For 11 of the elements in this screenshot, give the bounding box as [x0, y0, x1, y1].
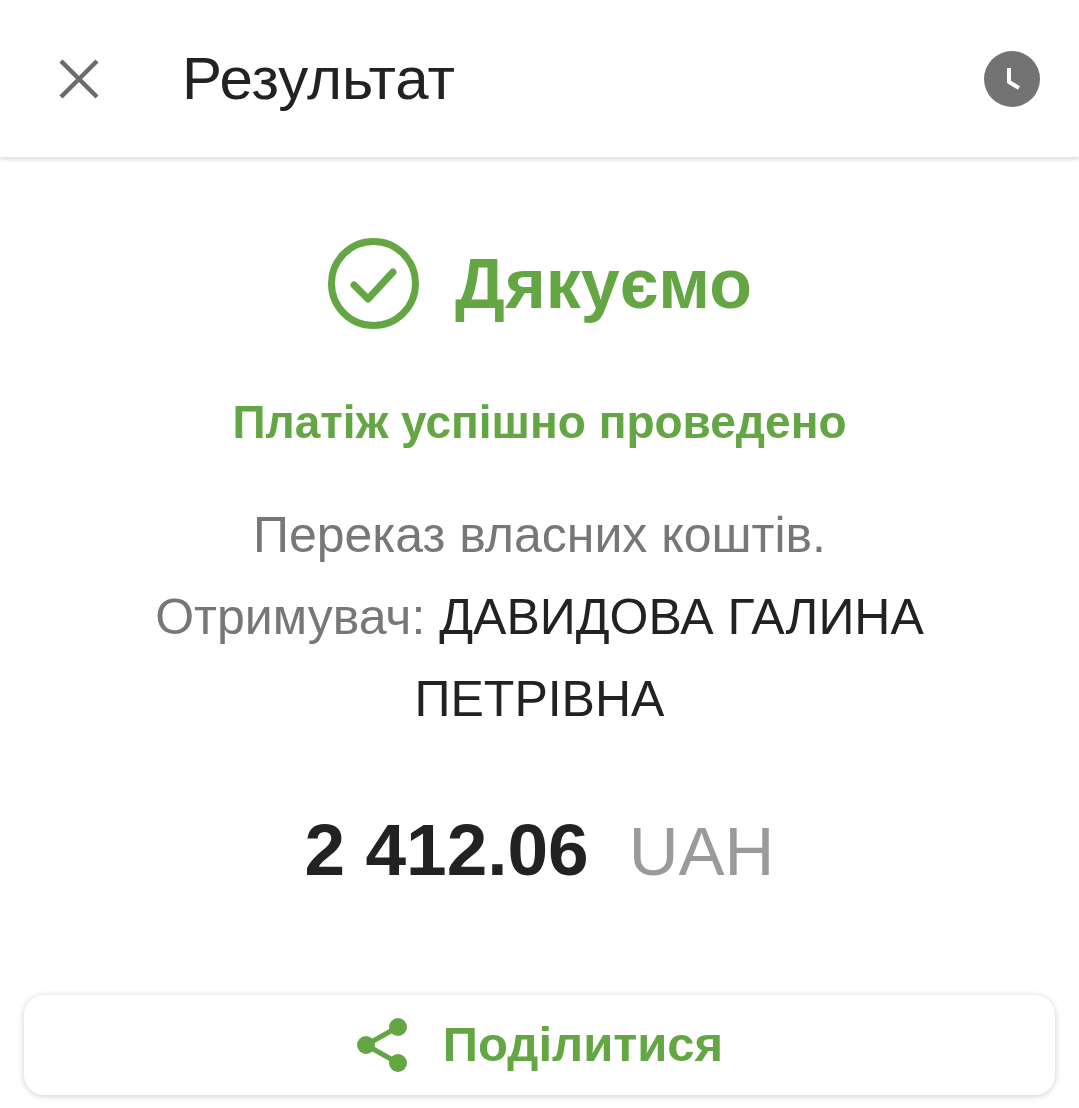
status-message: Платіж успішно проведено: [232, 397, 847, 447]
amount-value: 2 412.06: [304, 812, 589, 888]
share-icon: [355, 1017, 408, 1073]
transfer-description: Переказ власних коштів.: [252, 506, 826, 565]
page-title: Результат: [182, 48, 455, 109]
share-button[interactable]: Поділитися: [24, 995, 1055, 1095]
close-icon[interactable]: [58, 57, 100, 100]
recipient-text: Отримувач: ДАВИДОВА ГАЛИНА ПЕТРІВНА: [154, 588, 925, 729]
currency-code: UAH: [628, 814, 775, 890]
clock-icon[interactable]: [984, 50, 1040, 107]
check-circle-icon: [327, 237, 420, 330]
